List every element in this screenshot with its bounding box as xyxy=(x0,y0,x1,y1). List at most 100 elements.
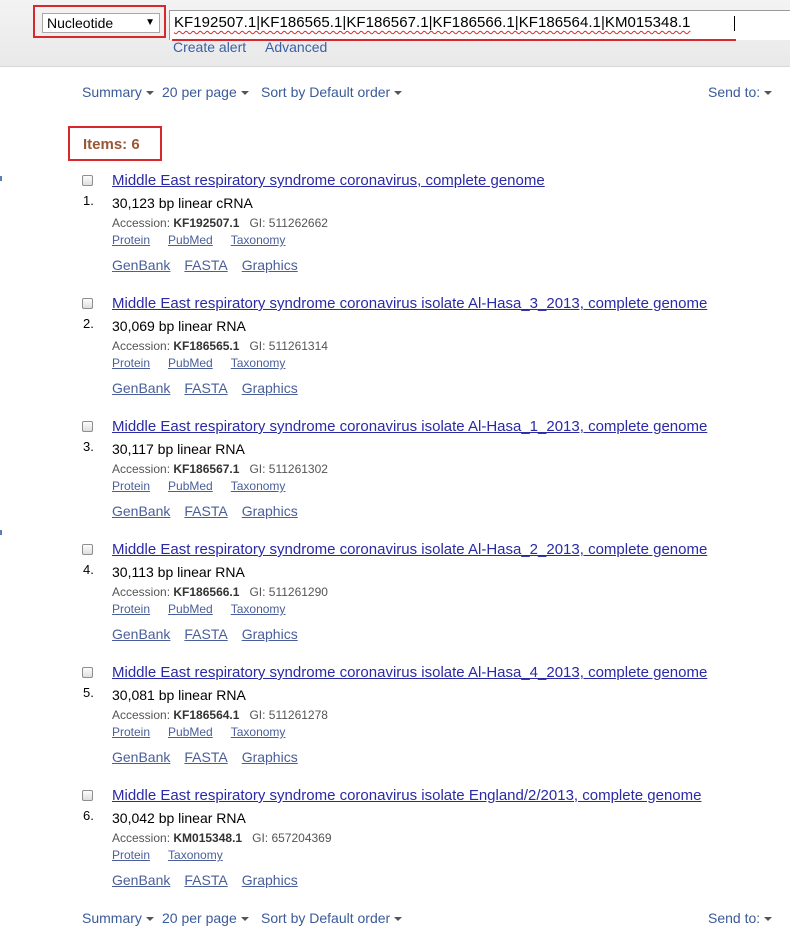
genbank-link[interactable]: GenBank xyxy=(112,380,170,396)
related-links: Protein Taxonomy xyxy=(112,848,241,862)
genbank-link[interactable]: GenBank xyxy=(112,257,170,273)
protein-link[interactable]: Protein xyxy=(112,233,150,247)
caret-down-icon xyxy=(240,917,249,921)
fasta-link[interactable]: FASTA xyxy=(184,380,227,396)
graphics-link[interactable]: Graphics xyxy=(242,872,298,888)
fasta-link[interactable]: FASTA xyxy=(184,257,227,273)
protein-link[interactable]: Protein xyxy=(112,848,150,862)
graphics-link[interactable]: Graphics xyxy=(242,626,298,642)
result-checkbox[interactable] xyxy=(82,175,93,186)
send-to-dropdown[interactable]: Send to: xyxy=(708,84,773,100)
result-item: 2. Middle East respiratory syndrome coro… xyxy=(0,295,790,408)
result-title-link[interactable]: Middle East respiratory syndrome coronav… xyxy=(112,787,701,804)
graphics-link[interactable]: Graphics xyxy=(242,380,298,396)
genbank-link[interactable]: GenBank xyxy=(112,503,170,519)
graphics-link[interactable]: Graphics xyxy=(242,257,298,273)
fasta-link[interactable]: FASTA xyxy=(184,749,227,765)
taxonomy-link[interactable]: Taxonomy xyxy=(168,848,223,862)
send-to-dropdown[interactable]: Send to: xyxy=(708,910,773,926)
protein-link[interactable]: Protein xyxy=(112,479,150,493)
per-page-dropdown[interactable]: 20 per page xyxy=(162,84,249,100)
related-links: Protein PubMed Taxonomy xyxy=(112,479,303,493)
format-links: GenBank FASTA Graphics xyxy=(112,872,312,888)
protein-link[interactable]: Protein xyxy=(112,356,150,370)
text-cursor xyxy=(734,16,735,31)
result-meta: Accession: KF186566.1 GI: 511261290 xyxy=(112,585,328,599)
accession-value: KF186566.1 xyxy=(173,585,240,599)
result-meta: Accession: KF192507.1 GI: 511262662 xyxy=(112,216,328,230)
pubmed-link[interactable]: PubMed xyxy=(168,356,213,370)
genbank-link[interactable]: GenBank xyxy=(112,626,170,642)
fasta-link[interactable]: FASTA xyxy=(184,872,227,888)
result-checkbox[interactable] xyxy=(82,298,93,309)
taxonomy-link[interactable]: Taxonomy xyxy=(231,725,286,739)
related-links: Protein PubMed Taxonomy xyxy=(112,725,303,739)
result-item: 1. Middle East respiratory syndrome coro… xyxy=(0,172,790,285)
result-description: 30,042 bp linear RNA xyxy=(112,810,246,826)
result-checkbox[interactable] xyxy=(82,421,93,432)
pubmed-link[interactable]: PubMed xyxy=(168,725,213,739)
pubmed-link[interactable]: PubMed xyxy=(168,479,213,493)
search-input-highlight xyxy=(172,39,736,41)
result-number: 6. xyxy=(83,808,94,823)
database-select[interactable]: Nucleotide ▼ xyxy=(42,13,160,33)
fasta-link[interactable]: FASTA xyxy=(184,503,227,519)
summary-dropdown[interactable]: Summary xyxy=(82,910,154,926)
accession-value: KF192507.1 xyxy=(173,216,240,230)
result-description: 30,123 bp linear cRNA xyxy=(112,195,253,211)
gi-value: GI: 511262662 xyxy=(249,216,328,230)
related-links: Protein PubMed Taxonomy xyxy=(112,233,303,247)
gi-value: GI: 511261314 xyxy=(249,339,328,353)
gi-value: GI: 511261278 xyxy=(249,708,328,722)
caret-down-icon xyxy=(240,91,249,95)
result-title-link[interactable]: Middle East respiratory syndrome coronav… xyxy=(112,295,707,312)
format-links: GenBank FASTA Graphics xyxy=(112,257,312,273)
genbank-link[interactable]: GenBank xyxy=(112,749,170,765)
result-description: 30,113 bp linear RNA xyxy=(112,564,245,580)
sort-dropdown[interactable]: Sort by Default order xyxy=(261,910,403,926)
pubmed-link[interactable]: PubMed xyxy=(168,233,213,247)
protein-link[interactable]: Protein xyxy=(112,602,150,616)
taxonomy-link[interactable]: Taxonomy xyxy=(231,479,286,493)
summary-label: Summary xyxy=(82,910,142,926)
taxonomy-link[interactable]: Taxonomy xyxy=(231,233,286,247)
pubmed-link[interactable]: PubMed xyxy=(168,602,213,616)
result-item: 6. Middle East respiratory syndrome coro… xyxy=(0,787,790,900)
graphics-link[interactable]: Graphics xyxy=(242,749,298,765)
per-page-label: 20 per page xyxy=(162,84,237,100)
result-title-link[interactable]: Middle East respiratory syndrome coronav… xyxy=(112,541,707,558)
caret-down-icon xyxy=(394,91,403,95)
genbank-link[interactable]: GenBank xyxy=(112,872,170,888)
result-meta: Accession: KF186565.1 GI: 511261314 xyxy=(112,339,328,353)
sort-label: Sort by Default order xyxy=(261,84,391,100)
result-checkbox[interactable] xyxy=(82,790,93,801)
result-title-link[interactable]: Middle East respiratory syndrome coronav… xyxy=(112,172,545,189)
caret-down-icon xyxy=(394,917,403,921)
gi-value: GI: 511261290 xyxy=(249,585,328,599)
per-page-label: 20 per page xyxy=(162,910,237,926)
accession-label: Accession: xyxy=(112,708,171,722)
result-description: 30,117 bp linear RNA xyxy=(112,441,245,457)
result-checkbox[interactable] xyxy=(82,667,93,678)
taxonomy-link[interactable]: Taxonomy xyxy=(231,356,286,370)
result-number: 5. xyxy=(83,685,94,700)
advanced-search-link[interactable]: Advanced xyxy=(265,39,327,55)
taxonomy-link[interactable]: Taxonomy xyxy=(231,602,286,616)
sort-dropdown[interactable]: Sort by Default order xyxy=(261,84,403,100)
format-links: GenBank FASTA Graphics xyxy=(112,749,312,765)
result-title-link[interactable]: Middle East respiratory syndrome coronav… xyxy=(112,664,707,681)
protein-link[interactable]: Protein xyxy=(112,725,150,739)
accession-label: Accession: xyxy=(112,339,171,353)
accession-value: KF186565.1 xyxy=(173,339,240,353)
per-page-dropdown[interactable]: 20 per page xyxy=(162,910,249,926)
graphics-link[interactable]: Graphics xyxy=(242,503,298,519)
result-item: 3. Middle East respiratory syndrome coro… xyxy=(0,418,790,531)
result-title-link[interactable]: Middle East respiratory syndrome coronav… xyxy=(112,418,707,435)
fasta-link[interactable]: FASTA xyxy=(184,626,227,642)
summary-dropdown[interactable]: Summary xyxy=(82,84,154,100)
search-input[interactable]: KF192507.1|KF186565.1|KF186567.1|KF18656… xyxy=(169,10,790,40)
create-alert-link[interactable]: Create alert xyxy=(173,39,246,55)
accession-label: Accession: xyxy=(112,216,171,230)
items-count: Items: 6 xyxy=(83,136,140,153)
result-checkbox[interactable] xyxy=(82,544,93,555)
